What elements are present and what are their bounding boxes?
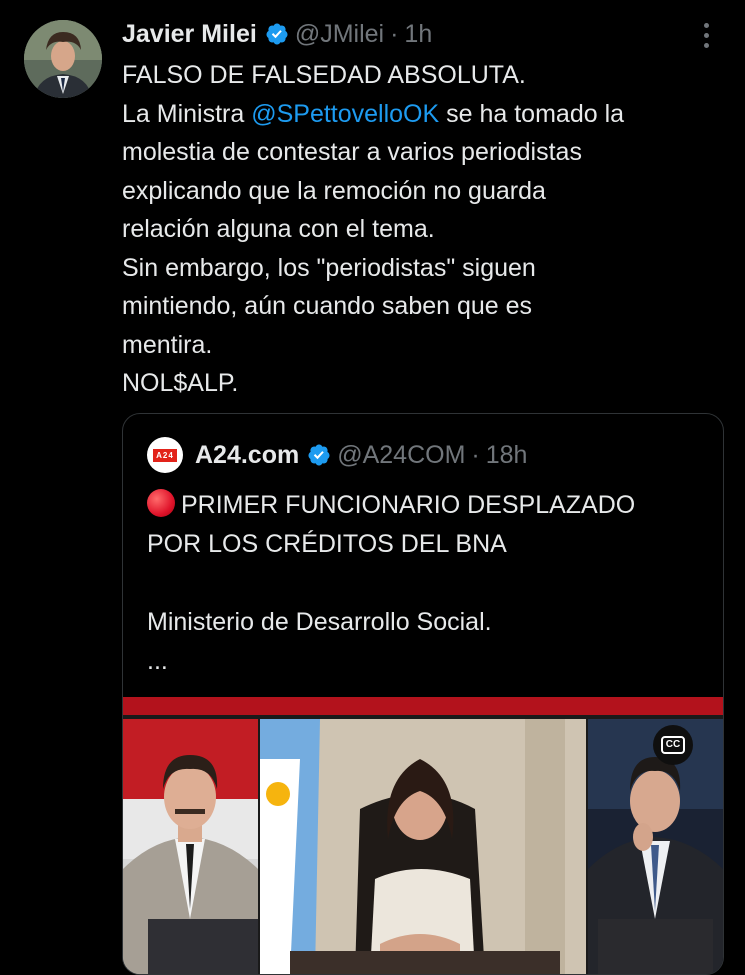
verified-badge-icon	[266, 23, 288, 45]
verified-badge-icon	[308, 444, 330, 466]
separator-dot: ·	[471, 440, 480, 469]
red-circle-emoji-icon	[147, 489, 175, 517]
tweet-line: explicando que la remoción no guarda	[122, 176, 546, 205]
media-top-bar	[123, 697, 723, 715]
quoted-line	[147, 564, 707, 603]
author-handle[interactable]: @JMilei	[295, 20, 384, 49]
tweet-time[interactable]: 1h	[404, 20, 432, 49]
tweet-text: FALSO DE FALSEDAD ABSOLUTA. La Ministra …	[122, 56, 732, 403]
quoted-line: PRIMER FUNCIONARIO DESPLAZADO	[147, 486, 707, 525]
tweet-line: mintiendo, aún cuando saben que es	[122, 292, 533, 320]
tweet-header: Javier Milei @JMilei · 1h	[122, 17, 432, 51]
separator-dot: ·	[390, 19, 399, 48]
quoted-line: ...	[147, 647, 168, 675]
cc-label: CC	[660, 736, 686, 754]
quoted-line: Ministerio de Desarrollo Social.	[147, 608, 492, 636]
video-thumbnail[interactable]: CC	[123, 697, 723, 974]
tweet-line: FALSO DE FALSEDAD ABSOLUTA.	[122, 61, 526, 89]
quoted-tweet[interactable]: A24 A24.com @A24COM · 18h PRIMER FUNCION…	[122, 413, 724, 975]
quoted-line: POR LOS CRÉDITOS DEL BNA	[147, 530, 507, 558]
video-panel-center	[260, 719, 586, 974]
tweet-line: La Ministra @SPettovelloOK se ha tomado …	[122, 95, 732, 134]
tweet-line: Sin embargo, los "periodistas" siguen	[122, 253, 536, 282]
closed-captions-icon[interactable]: CC	[653, 725, 693, 765]
tweet-line: molestia de contestar a varios periodist…	[122, 138, 582, 166]
quoted-text: PRIMER FUNCIONARIO DESPLAZADO POR LOS CR…	[147, 486, 707, 681]
author-name[interactable]: Javier Milei	[122, 20, 257, 49]
tweet-text-segment: se ha tomado la	[439, 99, 625, 128]
quoted-time: 18h	[485, 440, 528, 469]
quoted-author-name[interactable]: A24.com	[195, 441, 299, 470]
tweet-line: NOL$ALP.	[122, 369, 239, 397]
tweet-line: relación alguna con el tema.	[122, 215, 435, 243]
a24-logo: A24	[153, 448, 177, 462]
quoted-avatar[interactable]: A24	[147, 437, 183, 473]
more-options-icon[interactable]	[693, 20, 719, 50]
author-avatar[interactable]	[24, 20, 102, 98]
quoted-author-handle[interactable]: @A24COM	[337, 441, 465, 470]
tweet-line: mentira.	[122, 330, 213, 359]
tweet-text-segment: La Ministra	[122, 99, 252, 128]
quoted-headline: PRIMER FUNCIONARIO DESPLAZADO	[181, 491, 636, 519]
mention-link[interactable]: @SPettovelloOK	[251, 100, 439, 128]
video-panel-left	[123, 719, 258, 974]
quoted-header: A24 A24.com @A24COM · 18h	[147, 437, 528, 473]
video-panel-right	[588, 719, 723, 974]
